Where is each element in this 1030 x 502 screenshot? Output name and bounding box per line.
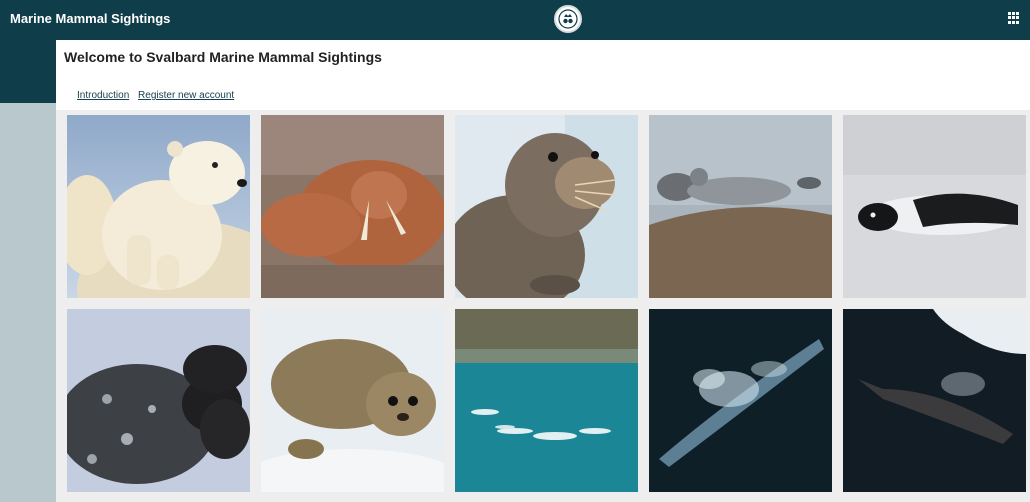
introduction-link[interactable]: Introduction	[77, 90, 129, 101]
photo-polar-bear[interactable]	[67, 115, 250, 298]
top-bar: Marine Mammal Sightings	[0, 0, 1030, 40]
sidebar-top	[0, 40, 56, 103]
photo-bowhead-whale[interactable]	[843, 309, 1026, 492]
photo-ringed-seal-pup[interactable]	[261, 309, 444, 492]
photo-walrus[interactable]	[261, 115, 444, 298]
photo-harp-seal[interactable]	[843, 115, 1026, 298]
crest-logo-icon[interactable]	[554, 5, 582, 33]
page-title: Welcome to Svalbard Marine Mammal Sighti…	[64, 49, 382, 65]
photo-beluga-whales[interactable]	[455, 309, 638, 492]
apps-grid-icon[interactable]	[1008, 12, 1020, 24]
photo-gallery	[56, 110, 1030, 502]
register-account-link[interactable]: Register new account	[138, 90, 234, 101]
photo-blue-whale[interactable]	[649, 309, 832, 492]
nav-links: Introduction Register new account	[77, 90, 240, 101]
photo-seals-on-rock[interactable]	[649, 115, 832, 298]
photo-bearded-seal[interactable]	[455, 115, 638, 298]
sidebar	[0, 103, 56, 502]
app-title[interactable]: Marine Mammal Sightings	[10, 11, 170, 26]
welcome-panel: Welcome to Svalbard Marine Mammal Sighti…	[56, 40, 1030, 110]
photo-hooded-seal[interactable]	[67, 309, 250, 492]
